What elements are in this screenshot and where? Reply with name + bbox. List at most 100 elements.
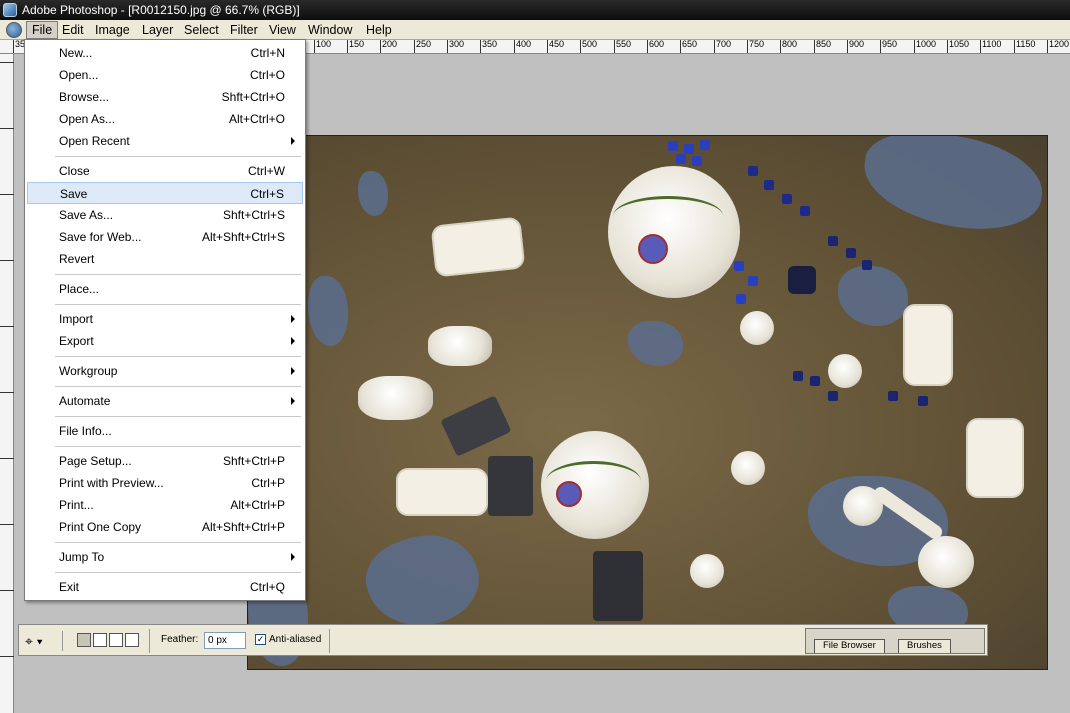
submenu-arrow-icon: [291, 337, 295, 345]
menu-item-save-as[interactable]: Save As... Shft+Ctrl+S: [27, 204, 303, 226]
menu-help[interactable]: Help: [361, 21, 397, 39]
ruler-label: 200: [380, 40, 397, 53]
menu-item-browse[interactable]: Browse... Shft+Ctrl+O: [27, 86, 303, 108]
menu-item-close[interactable]: Close Ctrl+W: [27, 160, 303, 182]
ruler-label: 550: [614, 40, 631, 53]
menu-item-new[interactable]: New... Ctrl+N: [27, 42, 303, 64]
submenu-arrow-icon: [291, 315, 295, 323]
menu-item-label: Open As...: [59, 112, 116, 126]
vertical-ruler[interactable]: [0, 54, 14, 713]
ruler-label: 900: [847, 40, 864, 53]
miniature: [692, 156, 702, 166]
miniature: [734, 261, 744, 271]
menu-item-jump-to[interactable]: Jump To: [27, 546, 303, 568]
tab-file-browser[interactable]: File Browser: [814, 639, 885, 653]
submenu-arrow-icon: [291, 397, 295, 405]
miniature: [736, 294, 746, 304]
miniature: [793, 371, 803, 381]
menu-file[interactable]: File: [26, 21, 59, 39]
menu-separator: [55, 356, 301, 357]
subtract-selection-icon[interactable]: [109, 633, 123, 647]
menu-separator: [55, 386, 301, 387]
menu-item-file-info[interactable]: File Info...: [27, 420, 303, 442]
ruler-label: 1000: [914, 40, 936, 53]
menu-item-print-with-preview[interactable]: Print with Preview... Ctrl+P: [27, 472, 303, 494]
menu-item-shortcut: Alt+Ctrl+P: [230, 498, 285, 512]
menu-separator: [55, 542, 301, 543]
tank-miniature: [593, 551, 643, 621]
menu-select[interactable]: Select: [179, 21, 224, 39]
menu-item-place[interactable]: Place...: [27, 278, 303, 300]
menu-item-label: Print with Preview...: [59, 476, 164, 490]
feather-input[interactable]: 0 px: [204, 632, 246, 649]
menu-item-label: Save: [60, 187, 88, 201]
menu-item-label: Workgroup: [59, 364, 118, 378]
menu-image[interactable]: Image: [90, 21, 135, 39]
menu-item-label: Print One Copy: [59, 520, 142, 534]
ruler-tick: [0, 260, 14, 290]
dome-building: [428, 326, 492, 366]
menu-view[interactable]: View: [264, 21, 301, 39]
dome-small: [690, 554, 724, 588]
menu-item-exit[interactable]: Exit Ctrl+Q: [27, 576, 303, 598]
ruler-label: 1100: [980, 40, 1001, 53]
miniature: [782, 194, 792, 204]
menu-separator: [55, 572, 301, 573]
menu-item-open-as[interactable]: Open As... Alt+Ctrl+O: [27, 108, 303, 130]
ruler-label: 600: [647, 40, 664, 53]
menu-item-open[interactable]: Open... Ctrl+O: [27, 64, 303, 86]
menu-edit[interactable]: Edit: [57, 21, 89, 39]
menu-item-import[interactable]: Import: [27, 308, 303, 330]
miniature: [800, 206, 810, 216]
menu-item-print[interactable]: Print... Alt+Ctrl+P: [27, 494, 303, 516]
dome-emblem: [638, 234, 668, 264]
anti-aliased-checkbox[interactable]: ✓: [255, 634, 266, 645]
bunker: [903, 304, 953, 386]
ruler-tick: [0, 392, 14, 422]
miniature: [764, 180, 774, 190]
menu-item-save-for-web[interactable]: Save for Web... Alt+Shft+Ctrl+S: [27, 226, 303, 248]
miniature: [828, 236, 838, 246]
miniature: [748, 166, 758, 176]
tool-options-bar: ⌖ ▾ Feather: 0 px ✓ Anti-aliased File Br…: [18, 624, 988, 656]
document-canvas[interactable]: [247, 135, 1048, 670]
menu-item-page-setup[interactable]: Page Setup... Shft+Ctrl+P: [27, 450, 303, 472]
menu-item-label: Open...: [59, 68, 99, 82]
menu-item-shortcut: Alt+Ctrl+O: [228, 112, 285, 126]
menu-window[interactable]: Window: [303, 21, 357, 39]
ruler-label: 500: [580, 40, 597, 53]
submenu-arrow-icon: [291, 137, 295, 145]
polygonal-lasso-icon[interactable]: ⌖ ▾: [25, 631, 63, 651]
ruler-label: 250: [414, 40, 431, 53]
ruler-label: 1150: [1014, 40, 1035, 53]
photoshop-menu-icon[interactable]: [6, 22, 22, 38]
new-selection-icon[interactable]: [77, 633, 91, 647]
menu-item-shortcut: Shft+Ctrl+S: [222, 208, 285, 222]
menu-item-label: Browse...: [59, 90, 110, 104]
palette-well: File Browser Brushes: [805, 628, 985, 654]
miniature: [668, 141, 678, 151]
menu-item-save[interactable]: Save Ctrl+S: [27, 182, 303, 204]
menu-item-automate[interactable]: Automate: [27, 390, 303, 412]
menu-item-label: File Info...: [59, 424, 112, 438]
menu-item-label: Place...: [59, 282, 100, 296]
terrain-rocks: [857, 136, 1047, 239]
miniature: [810, 376, 820, 386]
menu-item-label: Save As...: [59, 208, 114, 222]
bunker: [396, 468, 488, 516]
intersect-selection-icon[interactable]: [125, 633, 139, 647]
add-selection-icon[interactable]: [93, 633, 107, 647]
ruler-label: 100: [314, 40, 331, 53]
menu-item-print-one-copy[interactable]: Print One Copy Alt+Shft+Ctrl+P: [27, 516, 303, 538]
ruler-tick: [0, 326, 14, 356]
menu-item-label: Automate: [59, 394, 111, 408]
tab-brushes[interactable]: Brushes: [898, 639, 951, 653]
ruler-tick: [0, 194, 14, 224]
menu-item-open-recent[interactable]: Open Recent: [27, 130, 303, 152]
menu-item-export[interactable]: Export: [27, 330, 303, 352]
menu-item-workgroup[interactable]: Workgroup: [27, 360, 303, 382]
menu-filter[interactable]: Filter: [225, 21, 263, 39]
menu-item-shortcut: Ctrl+N: [250, 46, 285, 60]
menu-layer[interactable]: Layer: [137, 21, 178, 39]
menu-item-revert[interactable]: Revert: [27, 248, 303, 270]
